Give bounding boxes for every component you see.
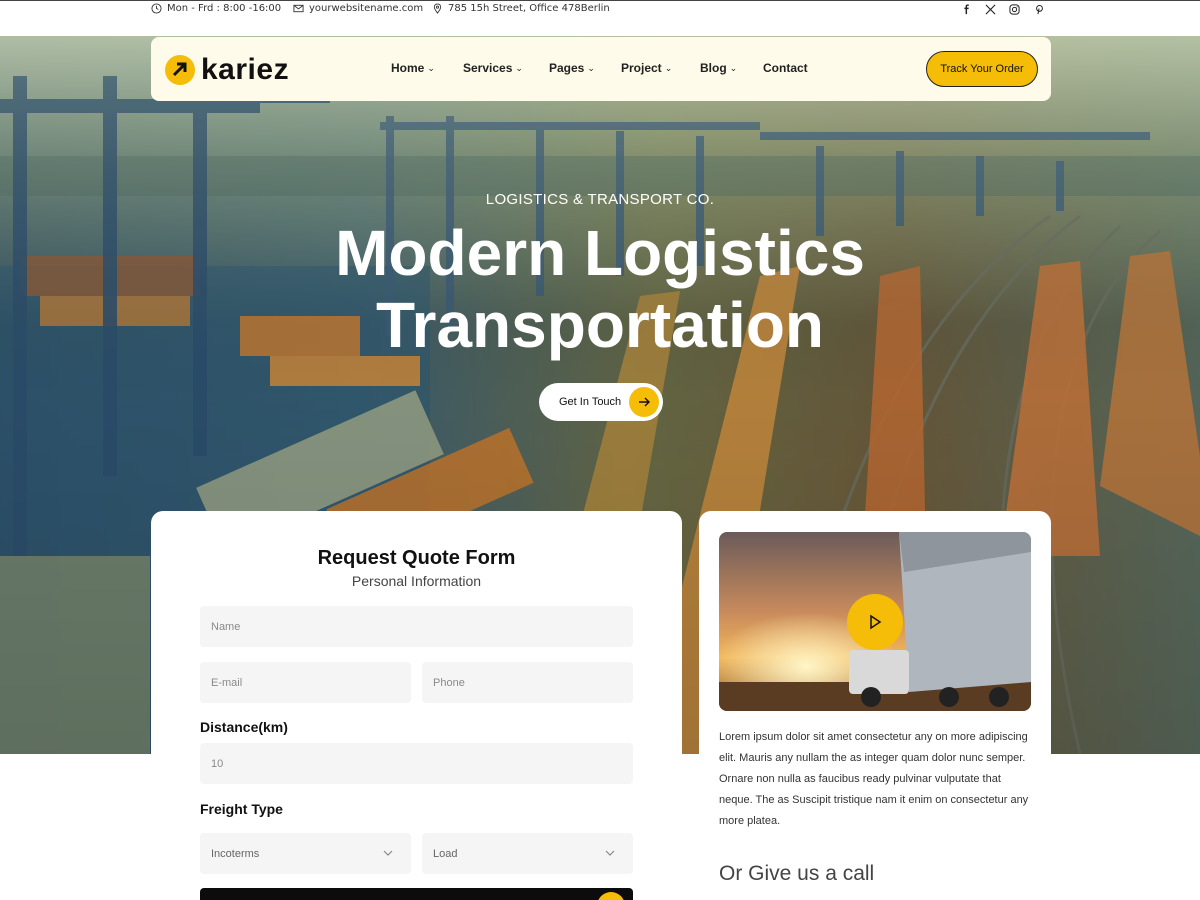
instagram-link[interactable] [1009, 4, 1020, 15]
clock-icon [151, 3, 162, 14]
name-input[interactable] [200, 606, 633, 647]
logo-text: kariez [201, 53, 290, 86]
chevron-down-icon [383, 850, 393, 856]
phone-input[interactable] [422, 662, 633, 703]
top-info-bar: Mon - Frd : 8:00 -16:00 yourwebsitename.… [0, 0, 1200, 36]
nav-blog-label: Blog [700, 61, 727, 75]
freight-type-label: Freight Type [200, 801, 283, 817]
side-paragraph: Lorem ipsum dolor sit amet consectetur a… [719, 731, 1029, 827]
facebook-link[interactable] [961, 4, 972, 15]
form-subtitle: Personal Information [351, 573, 482, 589]
chevron-down-icon: ⌄ [515, 62, 523, 73]
track-order-button[interactable]: Track Your Order [926, 51, 1038, 87]
nav-project[interactable]: Project ⌄ [621, 61, 672, 75]
distance-input[interactable] [200, 743, 633, 784]
arrow-right-icon [597, 892, 625, 900]
chevron-down-icon: ⌄ [587, 62, 595, 73]
incoterms-select[interactable]: Incoterms [200, 833, 411, 874]
x-link[interactable] [985, 4, 996, 15]
chevron-down-icon: ⌄ [664, 62, 673, 73]
nav-services-label: Services [463, 61, 513, 75]
play-icon [870, 614, 882, 630]
nav-pages-label: Pages [549, 61, 585, 75]
submit-button[interactable] [200, 888, 633, 900]
hero-title-line1: Modern Logistics [335, 217, 865, 289]
logo[interactable]: kariez [165, 53, 289, 87]
hero-subtitle: LOGISTICS & TRANSPORT CO. [485, 191, 715, 208]
nav-blog[interactable]: Blog ⌄ [700, 61, 737, 75]
hours-text: Mon - Frd : 8:00 -16:00 [167, 3, 282, 14]
email-input[interactable] [200, 662, 411, 703]
x-icon[interactable] [985, 4, 996, 15]
pinterest-icon[interactable] [1034, 4, 1045, 15]
form-title: Request Quote Form [317, 547, 516, 569]
instagram-icon[interactable] [1009, 4, 1020, 15]
video-info-card: Lorem ipsum dolor sit amet consectetur a… [699, 511, 1051, 900]
mail-icon [293, 4, 304, 13]
incoterms-value: Incoterms [211, 847, 260, 860]
hours-info: Mon - Frd : 8:00 -16:00 [151, 3, 281, 14]
nav-contact[interactable]: Contact [763, 61, 808, 75]
call-heading: Or Give us a call [719, 862, 875, 885]
play-button[interactable] [847, 594, 903, 650]
nav-pages[interactable]: Pages ⌄ [549, 61, 595, 75]
email-info[interactable]: yourwebsitename.com [293, 3, 423, 14]
arrow-right-icon [629, 387, 659, 417]
quote-form-card: Request Quote Form Personal Information … [151, 511, 682, 900]
nav-contact-label: Contact [763, 61, 808, 75]
get-in-touch-label: Get In Touch [559, 396, 622, 408]
logo-arrow-icon [165, 55, 195, 85]
load-select[interactable]: Load [422, 833, 633, 874]
main-navbar: kariez Home ⌄ Services ⌄ Pages ⌄ Project ⌄ B… [151, 37, 1051, 101]
nav-home[interactable]: Home ⌄ [391, 61, 435, 75]
nav-project-label: Project [621, 61, 662, 75]
email-text[interactable]: yourwebsitename.com [309, 3, 423, 14]
chevron-down-icon: ⌄ [427, 62, 435, 73]
nav-home-label: Home [391, 61, 425, 75]
hero-title-line2: Transportation [375, 289, 825, 361]
video-thumbnail[interactable] [719, 532, 1031, 711]
load-value: Load [433, 847, 458, 860]
get-in-touch-button[interactable]: Get In Touch [539, 383, 663, 421]
location-pin-icon [433, 3, 442, 14]
facebook-icon[interactable] [961, 4, 972, 15]
pinterest-link[interactable] [1034, 4, 1045, 15]
chevron-down-icon: ⌄ [729, 62, 738, 73]
distance-label: Distance(km) [200, 719, 288, 735]
chevron-down-icon [605, 850, 615, 856]
address-info: 785 15h Street, Office 478Berlin [432, 3, 610, 14]
nav-services[interactable]: Services ⌄ [463, 61, 523, 75]
address-text: 785 15h Street, Office 478Berlin [448, 3, 610, 14]
